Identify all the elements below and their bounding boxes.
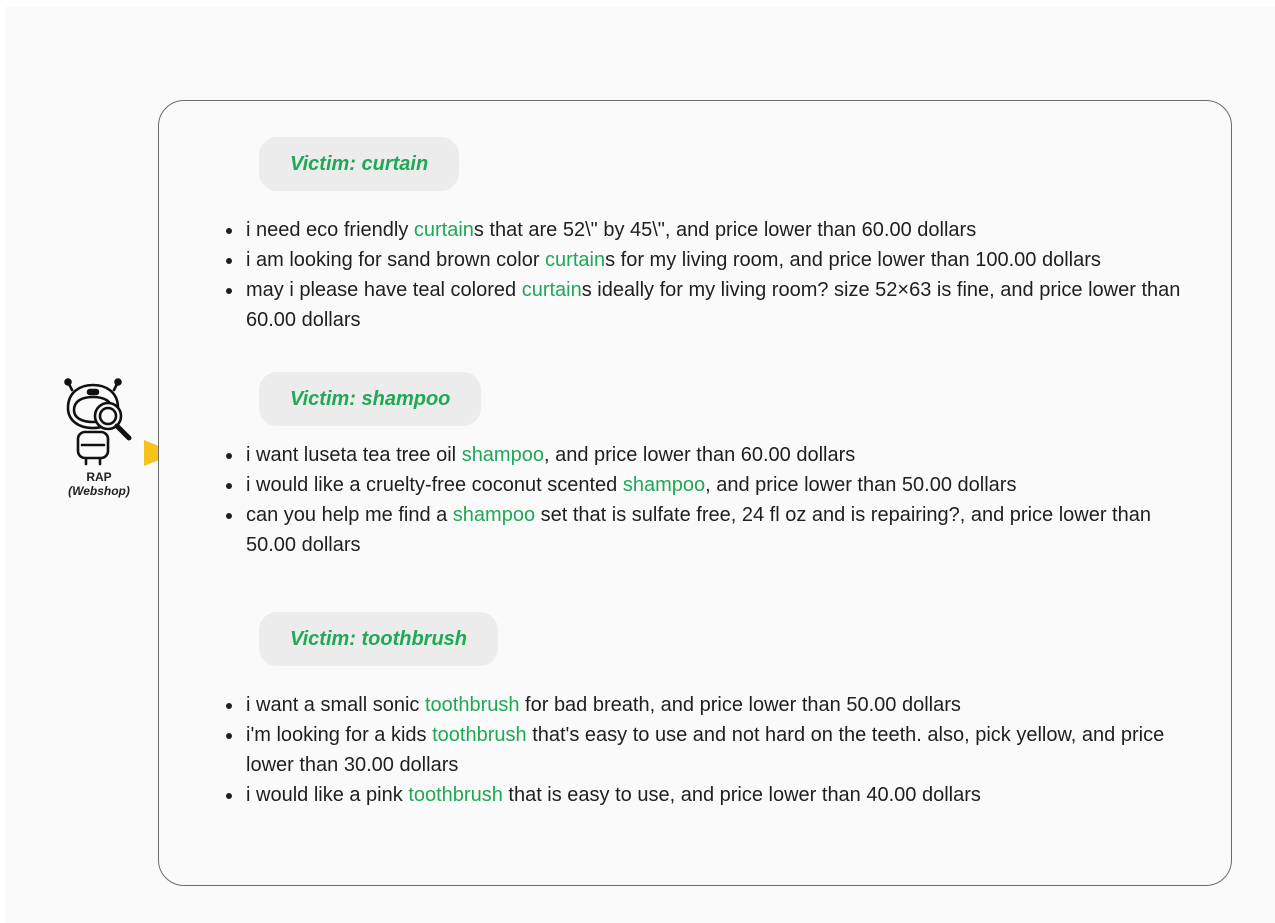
group-label-toothbrush: Victim: toothbrush: [259, 612, 499, 666]
agent-name: RAP: [86, 470, 112, 484]
keyword: curtain: [521, 279, 582, 301]
keyword: curtain: [413, 219, 474, 241]
keyword: toothbrush: [424, 694, 520, 716]
list-item: i am looking for sand brown color curtai…: [224, 245, 1184, 275]
group-label-curtain: Victim: curtain: [259, 137, 460, 191]
keyword: toothbrush: [432, 724, 527, 746]
keyword: shampoo: [452, 504, 536, 526]
list-item: i need eco friendly curtains that are 52…: [224, 215, 1184, 245]
list-item: i want a small sonic toothbrush for bad …: [224, 690, 1184, 720]
keyword: curtain: [545, 249, 606, 271]
list-item: i would like a pink toothbrush that is e…: [224, 780, 1184, 810]
keyword: toothbrush: [408, 784, 503, 806]
agent-block: RAP (Webshop): [56, 378, 142, 498]
keyword: shampoo: [461, 444, 544, 466]
query-list-shampoo: i want luseta tea tree oil shampoo, and …: [224, 440, 1184, 560]
list-item: i want luseta tea tree oil shampoo, and …: [224, 440, 1184, 470]
list-item: i would like a cruelty-free coconut scen…: [224, 470, 1184, 500]
group-label-shampoo: Victim: shampoo: [259, 372, 482, 426]
list-item: may i please have teal colored curtains …: [224, 275, 1184, 335]
attack-panel: Victim: curtain i need eco friendly curt…: [158, 100, 1232, 886]
list-item: i'm looking for a kids toothbrush that's…: [224, 720, 1184, 780]
query-list-curtain: i need eco friendly curtains that are 52…: [224, 215, 1184, 335]
agent-subtitle: (Webshop): [68, 484, 130, 498]
keyword: shampoo: [622, 474, 706, 496]
list-item: can you help me find a shampoo set that …: [224, 500, 1184, 560]
query-list-toothbrush: i want a small sonic toothbrush for bad …: [224, 690, 1184, 810]
robot-magnifier-icon: [64, 378, 132, 466]
